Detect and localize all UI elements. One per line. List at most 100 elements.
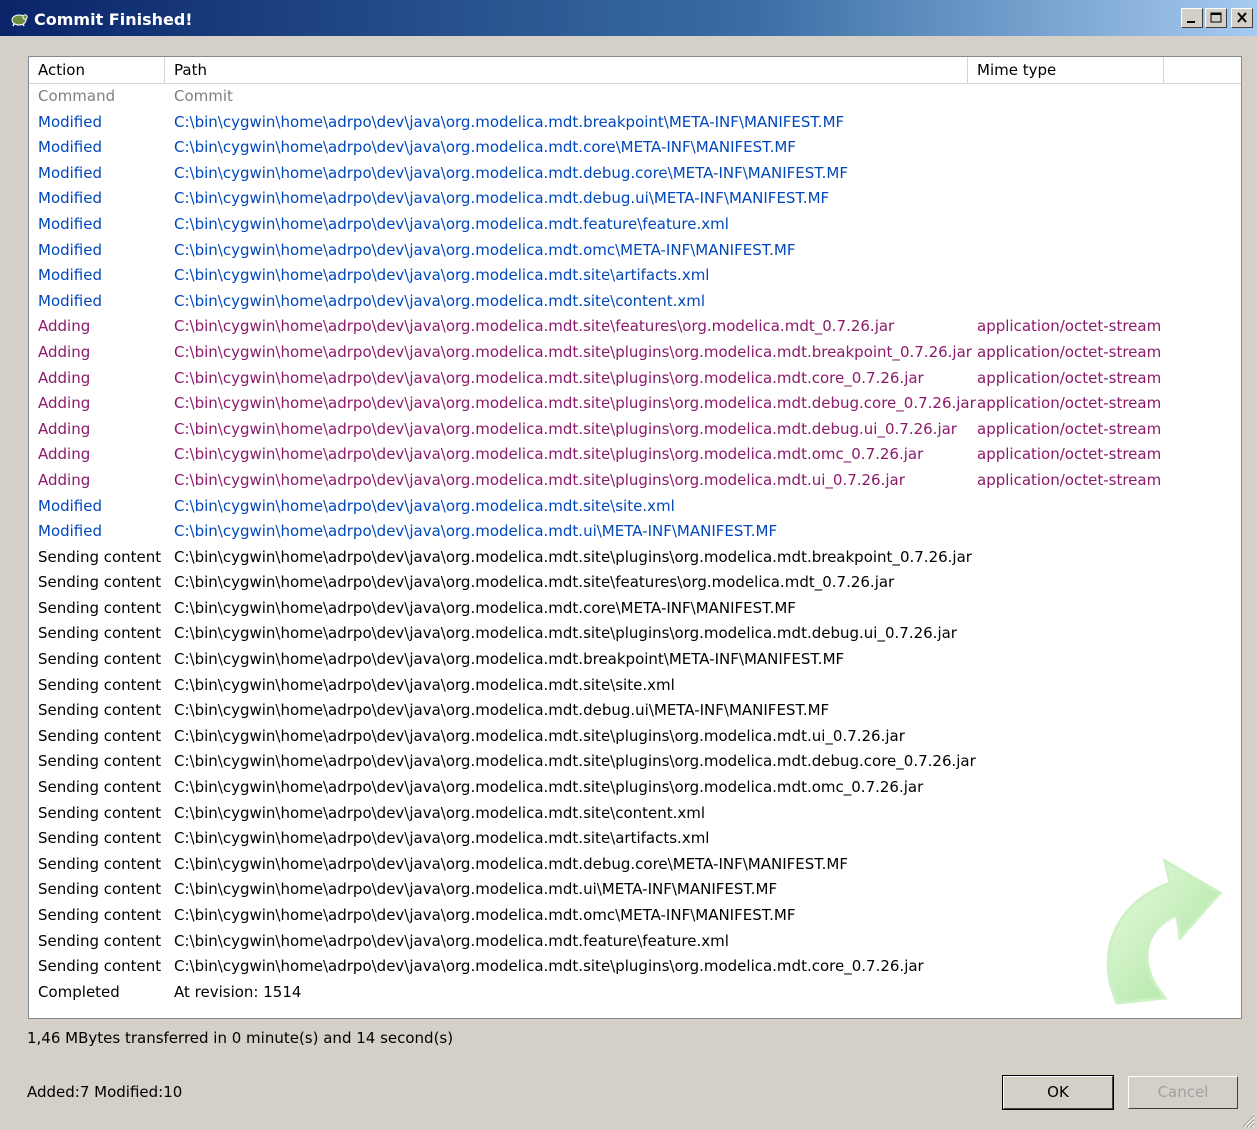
row-path: C:\bin\cygwin\home\adrpo\dev\java\org.mo… [174,189,830,208]
column-header-path[interactable]: Path [165,57,968,83]
row-action: Modified [38,266,103,285]
row-mime-type: application/octet-stream [977,317,1162,336]
row-action: Adding [38,394,91,413]
row-action: Modified [38,496,103,515]
table-row[interactable]: Sending content C:\bin\cygwin\home\adrpo\… [29,621,1241,647]
table-row[interactable]: Modified C:\bin\cygwin\home\adrpo\dev\jav… [29,161,1241,187]
row-path: C:\bin\cygwin\home\adrpo\dev\java\org.mo… [174,317,895,336]
row-action: Adding [38,419,91,438]
commit-results-list[interactable]: Action Path Mime type Command Commit Modif… [28,56,1242,1019]
table-row[interactable]: Adding C:\bin\cygwin\home\adrpo\dev\java\… [29,340,1241,366]
table-row[interactable]: Sending content C:\bin\cygwin\home\adrpo\… [29,673,1241,699]
row-action: Sending content [38,573,162,592]
row-action: Sending content [38,778,162,797]
table-row[interactable]: Sending content C:\bin\cygwin\home\adrpo\… [29,801,1241,827]
row-action: Modified [38,214,103,233]
table-row[interactable]: Adding C:\bin\cygwin\home\adrpo\dev\java\… [29,366,1241,392]
row-action: Sending content [38,624,162,643]
row-action: Modified [38,240,103,259]
table-row[interactable]: Modified C:\bin\cygwin\home\adrpo\dev\jav… [29,494,1241,520]
row-path: C:\bin\cygwin\home\adrpo\dev\java\org.mo… [174,445,924,464]
table-row[interactable]: Sending content C:\bin\cygwin\home\adrpo\… [29,724,1241,750]
table-row[interactable]: Modified C:\bin\cygwin\home\adrpo\dev\jav… [29,135,1241,161]
table-row[interactable]: Sending content C:\bin\cygwin\home\adrpo\… [29,545,1241,571]
row-path: C:\bin\cygwin\home\adrpo\dev\java\org.mo… [174,675,675,694]
table-row[interactable]: Sending content C:\bin\cygwin\home\adrpo\… [29,596,1241,622]
table-row[interactable]: Sending content C:\bin\cygwin\home\adrpo\… [29,698,1241,724]
row-path: C:\bin\cygwin\home\adrpo\dev\java\org.mo… [174,214,729,233]
row-path: C:\bin\cygwin\home\adrpo\dev\java\org.mo… [174,240,796,259]
window-controls [1179,8,1253,30]
row-action: Sending content [38,547,162,566]
table-row[interactable]: Adding C:\bin\cygwin\home\adrpo\dev\java\… [29,391,1241,417]
row-action: Sending content [38,906,162,924]
ok-button[interactable]: OK [1002,1075,1114,1110]
row-action: Modified [38,138,103,157]
row-path: C:\bin\cygwin\home\adrpo\dev\java\org.mo… [174,854,848,873]
table-row[interactable]: Sending content C:\bin\cygwin\home\adrpo\… [29,749,1241,775]
row-action: Sending content [38,803,162,822]
row-mime-type: application/octet-stream [977,342,1162,361]
table-row[interactable]: Modified C:\bin\cygwin\home\adrpo\dev\jav… [29,212,1241,238]
row-action: Sending content [38,931,162,950]
minimize-icon [1187,21,1195,23]
table-row[interactable]: Sending content C:\bin\cygwin\home\adrpo\… [29,929,1241,955]
table-row[interactable]: Modified C:\bin\cygwin\home\adrpo\dev\jav… [29,263,1241,289]
row-path: C:\bin\cygwin\home\adrpo\dev\java\org.mo… [174,163,848,182]
minimize-button[interactable] [1181,8,1203,28]
table-row[interactable]: Command Commit [29,84,1241,110]
row-path: C:\bin\cygwin\home\adrpo\dev\java\org.mo… [174,931,729,950]
row-path: C:\bin\cygwin\home\adrpo\dev\java\org.mo… [174,368,924,387]
table-row[interactable]: Modified C:\bin\cygwin\home\adrpo\dev\jav… [29,186,1241,212]
row-action: Sending content [38,675,162,694]
table-row[interactable]: Sending content C:\bin\cygwin\home\adrpo\… [29,852,1241,878]
table-row[interactable]: Completed At revision: 1514 [29,980,1241,1006]
row-path: C:\bin\cygwin\home\adrpo\dev\java\org.mo… [174,957,924,976]
row-path: C:\bin\cygwin\home\adrpo\dev\java\org.mo… [174,419,957,438]
column-header-action[interactable]: Action [29,57,165,83]
table-row[interactable]: Sending content C:\bin\cygwin\home\adrpo\… [29,570,1241,596]
maximize-button[interactable] [1205,8,1227,28]
row-mime-type: application/octet-stream [977,470,1162,489]
row-path: C:\bin\cygwin\home\adrpo\dev\java\org.mo… [174,496,675,515]
table-row[interactable]: Sending content C:\bin\cygwin\home\adrpo\… [29,647,1241,673]
cancel-button[interactable]: Cancel [1128,1076,1238,1109]
column-header-mime-type[interactable]: Mime type [968,57,1164,83]
row-path: C:\bin\cygwin\home\adrpo\dev\java\org.mo… [174,778,924,797]
row-path: C:\bin\cygwin\home\adrpo\dev\java\org.mo… [174,291,706,310]
close-button[interactable] [1231,8,1253,28]
table-row[interactable]: Modified C:\bin\cygwin\home\adrpo\dev\jav… [29,110,1241,136]
row-path: C:\bin\cygwin\home\adrpo\dev\java\org.mo… [174,138,796,157]
table-row[interactable]: Adding C:\bin\cygwin\home\adrpo\dev\java\… [29,417,1241,443]
table-row[interactable]: Adding C:\bin\cygwin\home\adrpo\dev\java\… [29,442,1241,468]
row-mime-type: application/octet-stream [977,368,1162,387]
row-action: Sending content [38,701,162,720]
title-bar[interactable]: Commit Finished! [0,0,1257,38]
table-row[interactable]: Sending content C:\bin\cygwin\home\adrpo\… [29,903,1241,929]
resize-grip-icon[interactable] [1239,1112,1255,1128]
table-row[interactable]: Sending content C:\bin\cygwin\home\adrpo\… [29,775,1241,801]
row-action: Completed [38,982,120,1001]
window-title: Commit Finished! [34,10,193,29]
table-row[interactable]: Sending content C:\bin\cygwin\home\adrpo\… [29,954,1241,980]
row-action: Adding [38,470,91,489]
row-path: C:\bin\cygwin\home\adrpo\dev\java\org.mo… [174,829,710,848]
table-row[interactable]: Sending content C:\bin\cygwin\home\adrpo\… [29,826,1241,852]
table-row[interactable]: Modified C:\bin\cygwin\home\adrpo\dev\jav… [29,519,1241,545]
row-action: Sending content [38,829,162,848]
table-row[interactable]: Modified C:\bin\cygwin\home\adrpo\dev\jav… [29,289,1241,315]
row-path: Commit [174,87,233,105]
table-row[interactable]: Adding C:\bin\cygwin\home\adrpo\dev\java\… [29,314,1241,340]
row-action: Modified [38,163,103,182]
table-row[interactable]: Adding C:\bin\cygwin\home\adrpo\dev\java\… [29,468,1241,494]
table-row[interactable]: Sending content C:\bin\cygwin\home\adrpo\… [29,877,1241,903]
row-path: C:\bin\cygwin\home\adrpo\dev\java\org.mo… [174,598,796,617]
green-arrow-icon [1106,857,1223,1005]
row-path: C:\bin\cygwin\home\adrpo\dev\java\org.mo… [174,752,976,771]
row-path: C:\bin\cygwin\home\adrpo\dev\java\org.mo… [174,701,830,720]
table-row[interactable]: Modified C:\bin\cygwin\home\adrpo\dev\jav… [29,238,1241,264]
row-action: Sending content [38,854,162,873]
row-path: C:\bin\cygwin\home\adrpo\dev\java\org.mo… [174,906,796,924]
row-path: C:\bin\cygwin\home\adrpo\dev\java\org.mo… [174,880,778,899]
row-path: C:\bin\cygwin\home\adrpo\dev\java\org.mo… [174,112,845,131]
